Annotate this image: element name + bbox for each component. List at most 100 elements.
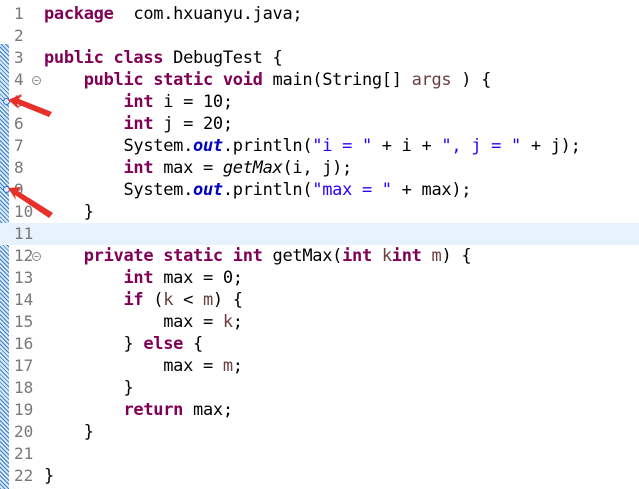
code-text[interactable]: } else { [44, 333, 203, 355]
line-number: 19 [14, 400, 34, 419]
code-line-19[interactable]: 19 return max; [0, 399, 639, 421]
code-text[interactable]: } [44, 465, 54, 487]
code-text[interactable]: int j = 20; [44, 113, 233, 135]
token-text: ( [143, 290, 164, 310]
breakpoint-icon[interactable] [3, 186, 10, 193]
token-param: m [431, 246, 442, 266]
token-text: } [44, 202, 94, 222]
token-text: com.hxuanyu.java; [113, 4, 303, 24]
token-text: } [44, 378, 134, 398]
line-number: 15 [14, 312, 34, 331]
code-line-21[interactable]: 21 [0, 443, 639, 465]
line-number: 7 [14, 136, 24, 155]
code-text[interactable]: private static int getMax(int kint m) { [44, 245, 472, 267]
code-text[interactable]: package com.hxuanyu.java; [44, 3, 303, 25]
line-number: 8 [14, 158, 24, 177]
token-kw: package [44, 4, 114, 24]
code-line-7[interactable]: 7 System.out.println("i = " + i + ", j =… [0, 135, 639, 157]
code-line-12[interactable]: 12− private static int getMax(int kint m… [0, 245, 639, 267]
code-line-1[interactable]: 1 package com.hxuanyu.java; [0, 3, 639, 25]
token-text: main(String[] [262, 70, 412, 90]
token-text: ) { [451, 70, 492, 90]
code-line-11[interactable]: 11 [0, 223, 639, 245]
code-line-10[interactable]: 10 } [0, 201, 639, 223]
token-text: System. [44, 136, 194, 156]
code-text[interactable]: public class DebugTest { [44, 47, 283, 69]
code-text[interactable]: } [44, 421, 94, 443]
token-kw: int [123, 158, 154, 178]
code-text[interactable]: int max = getMax(i, j); [44, 157, 352, 179]
token-kw: int [123, 268, 154, 288]
code-text[interactable]: int i = 10; [44, 91, 233, 113]
token-kw: void [222, 70, 263, 90]
code-line-6[interactable]: 6 int j = 20; [0, 113, 639, 135]
token-text: } [44, 334, 144, 354]
line-number: 6 [14, 114, 24, 133]
code-line-4[interactable]: 4− public static void main(String[] args… [0, 69, 639, 91]
java-code-editor[interactable]: 1 package com.hxuanyu.java; 2 3 public class… [0, 0, 639, 489]
code-text[interactable]: max = k; [44, 311, 243, 333]
token-str: ", j = " [441, 136, 521, 156]
code-text[interactable]: if (k < m) { [44, 289, 243, 311]
token-text: .println( [222, 180, 313, 200]
code-text[interactable]: max = m; [44, 355, 243, 377]
collapse-icon[interactable]: − [32, 76, 41, 85]
code-text[interactable]: } [44, 377, 133, 399]
token-text: getMax( [262, 246, 343, 266]
code-line-8[interactable]: 8 int max = getMax(i, j); [0, 157, 639, 179]
line-number: 5 [14, 92, 24, 111]
token-kw: static [153, 70, 213, 90]
line-number: 14 [14, 290, 34, 309]
token-text: ) { [441, 246, 472, 266]
code-text[interactable]: System.out.println("i = " + i + ", j = "… [44, 135, 581, 157]
token-text: (i, j); [282, 158, 352, 178]
token-text: ; [232, 312, 243, 332]
code-line-2[interactable]: 2 [0, 25, 639, 47]
code-line-17[interactable]: 17 max = m; [0, 355, 639, 377]
token-text: ) { [212, 290, 243, 310]
token-param: m [222, 356, 233, 376]
line-number: 1 [14, 4, 24, 23]
code-text[interactable]: } [44, 201, 94, 223]
code-line-15[interactable]: 15 max = k; [0, 311, 639, 333]
token-str: "max = " [312, 180, 392, 200]
code-line-14[interactable]: 14 if (k < m) { [0, 289, 639, 311]
code-line-5[interactable]: 5 int i = 10; [0, 91, 639, 113]
line-number: 20 [14, 422, 34, 441]
code-text[interactable]: return max; [44, 399, 233, 421]
code-line-13[interactable]: 13 int max = 0; [0, 267, 639, 289]
token-kw: class [113, 48, 164, 68]
line-number: 10 [14, 202, 34, 221]
token-text: + j); [520, 136, 581, 156]
token-fld: out [193, 180, 223, 200]
line-number: 11 [14, 224, 34, 243]
token-mcall: getMax [222, 158, 283, 178]
code-text[interactable]: public static void main(String[] args ) … [44, 69, 492, 91]
token-text: .println( [222, 136, 313, 156]
line-number: 16 [14, 334, 34, 353]
token-text: ; [232, 356, 243, 376]
code-line-18[interactable]: 18 } [0, 377, 639, 399]
code-line-3[interactable]: 3 public class DebugTest { [0, 47, 639, 69]
code-line-16[interactable]: 16 } else { [0, 333, 639, 355]
collapse-icon[interactable]: − [32, 252, 41, 261]
token-kw: private [83, 246, 154, 266]
code-line-22[interactable]: 22} [0, 465, 639, 487]
token-text: System. [44, 180, 194, 200]
code-line-9[interactable]: 9 System.out.println("max = " + max); [0, 179, 639, 201]
code-text[interactable]: System.out.println("max = " + max); [44, 179, 471, 201]
code-line-20[interactable]: 20 } [0, 421, 639, 443]
code-text[interactable]: int max = 0; [44, 267, 243, 289]
breakpoint-icon[interactable] [3, 98, 10, 105]
token-text: max = [153, 158, 223, 178]
